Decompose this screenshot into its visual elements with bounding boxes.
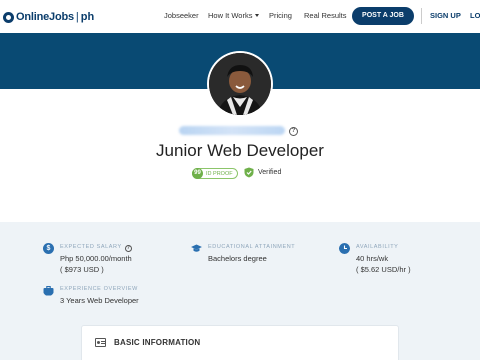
- nav-link-jobseeker[interactable]: Jobseeker: [164, 11, 199, 20]
- help-icon[interactable]: ?: [289, 127, 298, 136]
- nav-divider: [421, 8, 422, 24]
- graduation-cap-icon: [191, 244, 202, 252]
- shield-check-icon: [244, 167, 254, 178]
- top-nav: OnlineJobs | ph Jobseeker How It Works P…: [0, 0, 480, 33]
- availability-value: 40 hrs/wk: [356, 254, 389, 263]
- salary-label: EXPECTED SALARY: [60, 244, 122, 250]
- experience-value: 3 Years Web Developer: [60, 296, 139, 305]
- clock-icon: [339, 243, 350, 254]
- site-logo[interactable]: OnlineJobs | ph: [3, 9, 94, 25]
- nav-link-pricing[interactable]: Pricing: [269, 11, 292, 20]
- verified-badge: Verified: [244, 167, 281, 178]
- help-icon[interactable]: ?: [124, 245, 132, 252]
- logo-text: OnlineJobs: [16, 11, 74, 23]
- avatar-portrait-icon: [209, 53, 271, 115]
- basic-information-card: BASIC INFORMATION: [81, 325, 399, 360]
- nav-link-how-it-works-label: How It Works: [208, 11, 253, 20]
- id-proof-badge: 99 ID PROOF: [192, 168, 238, 179]
- logo-separator: |: [75, 11, 79, 23]
- caret-down-icon: [255, 14, 260, 17]
- id-card-icon: [95, 338, 106, 347]
- avatar: [207, 51, 273, 117]
- post-job-button[interactable]: POST A JOB: [352, 7, 414, 25]
- id-proof-score: 99: [192, 168, 203, 179]
- verified-label: Verified: [258, 169, 282, 176]
- basic-information-title: BASIC INFORMATION: [114, 338, 201, 347]
- experience-label: EXPERIENCE OVERVIEW: [60, 286, 138, 292]
- logo-mark-icon: [3, 11, 14, 23]
- education-value: Bachelors degree: [208, 254, 267, 263]
- login-link[interactable]: LOGIN: [470, 11, 480, 20]
- id-proof-label: ID PROOF: [206, 170, 233, 177]
- sign-up-link[interactable]: SIGN UP: [430, 11, 461, 20]
- availability-label: AVAILABILITY: [356, 244, 399, 250]
- nav-link-real-results[interactable]: Real Results: [304, 11, 347, 20]
- stat-label: EXPECTED SALARY?: [60, 244, 132, 252]
- avatar-photo: [209, 53, 271, 115]
- logo-suffix: ph: [80, 11, 95, 23]
- education-label: EDUCATIONAL ATTAINMENT: [208, 244, 296, 250]
- profile-job-title: Junior Web Developer: [156, 141, 324, 160]
- briefcase-icon: [43, 286, 54, 296]
- salary-value: Php 50,000.00/month: [60, 254, 132, 263]
- availability-usd: ( $5.62 USD/hr ): [356, 265, 411, 274]
- nav-link-how-it-works[interactable]: How It Works: [208, 11, 260, 20]
- salary-usd: ( $973 USD ): [60, 265, 104, 274]
- dollar-icon: $: [43, 243, 54, 254]
- profile-name-redacted: [179, 126, 285, 135]
